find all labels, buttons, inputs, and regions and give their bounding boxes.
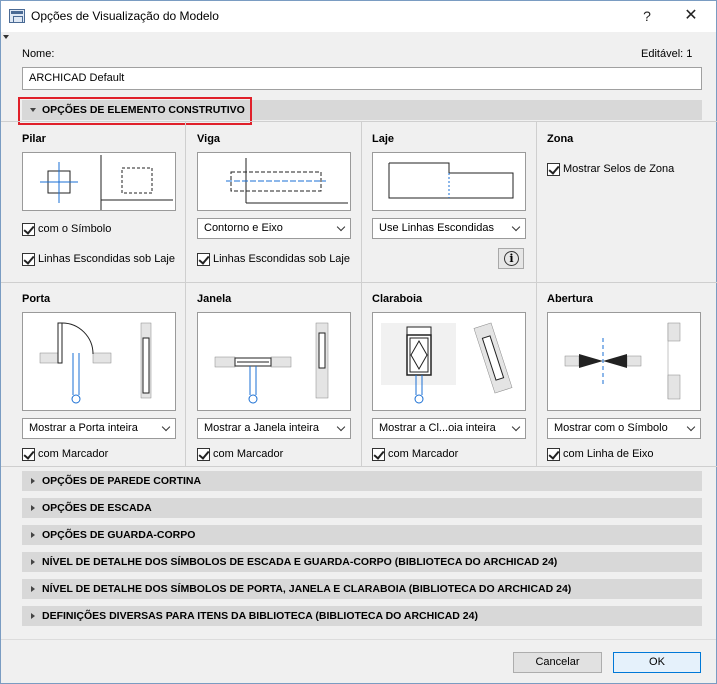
chevron-down-icon	[161, 422, 171, 432]
checkbox-label: com Marcador	[38, 448, 109, 460]
slab-display-select[interactable]: Use Linhas Escondidas	[372, 218, 526, 239]
opening-preview	[547, 312, 701, 411]
column-title-abertura: Abertura	[547, 293, 593, 305]
divider	[1, 639, 716, 640]
close-button[interactable]: ✕	[676, 5, 706, 27]
info-button[interactable]: i	[498, 248, 524, 269]
model-view-options-dialog: Opções de Visualização do Modelo ? ✕ Nom…	[0, 0, 717, 684]
checkbox-checked-icon	[22, 222, 35, 236]
select-value: Contorno e Eixo	[204, 222, 283, 234]
slab-preview	[372, 152, 526, 211]
window-preview	[197, 312, 351, 411]
section-label: DEFINIÇÕES DIVERSAS PARA ITENS DA BIBLIO…	[42, 610, 478, 622]
section-curtain-wall-options[interactable]: OPÇÕES DE PAREDE CORTINA	[22, 471, 702, 491]
chevron-down-icon	[336, 422, 346, 432]
section-label: NÍVEL DE DETALHE DOS SÍMBOLOS DE PORTA, …	[42, 583, 572, 595]
editable-count: Editável: 1	[641, 48, 693, 60]
divider	[361, 121, 362, 466]
chevron-right-icon	[31, 532, 35, 538]
checkbox-label: com Marcador	[213, 448, 284, 460]
column-title-claraboia: Claraboia	[372, 293, 423, 305]
column-title-janela: Janela	[197, 293, 232, 305]
info-icon: i	[504, 251, 519, 266]
name-label: Nome:	[22, 48, 55, 60]
chevron-down-icon	[336, 222, 346, 232]
select-value: Mostrar a Porta inteira	[29, 422, 138, 434]
ok-button[interactable]: OK	[613, 652, 701, 673]
chevron-down-icon	[686, 422, 696, 432]
checkbox-checked-icon	[547, 447, 560, 461]
checkbox-checked-icon	[197, 252, 210, 266]
chevron-right-icon	[31, 559, 35, 565]
section-door-window-detail[interactable]: NÍVEL DE DETALHE DOS SÍMBOLOS DE PORTA, …	[22, 579, 702, 599]
chevron-right-icon	[31, 478, 35, 484]
title-bar: Opções de Visualização do Modelo ? ✕	[1, 1, 716, 32]
checkbox-label: com Marcador	[388, 448, 459, 460]
chevron-down-icon	[511, 422, 521, 432]
checkbox-label: com Linha de Eixo	[563, 448, 654, 460]
checkbox-checked-icon	[547, 162, 560, 176]
window-marker-checkbox[interactable]: com Marcador	[197, 446, 283, 462]
select-value: Mostrar com o Símbolo	[554, 422, 668, 434]
divider	[1, 121, 717, 122]
opening-display-select[interactable]: Mostrar com o Símbolo	[547, 418, 701, 439]
chevron-right-icon	[31, 586, 35, 592]
checkbox-label: Linhas Escondidas sob Laje	[38, 253, 175, 265]
column-title-pilar: Pilar	[22, 133, 46, 145]
select-value: Mostrar a Janela inteira	[204, 422, 319, 434]
zone-stamps-checkbox[interactable]: Mostrar Selos de Zona	[547, 161, 674, 177]
divider	[1, 282, 717, 283]
skylight-marker-checkbox[interactable]: com Marcador	[372, 446, 458, 462]
section-label: OPÇÕES DE PAREDE CORTINA	[42, 475, 202, 487]
select-value: Mostrar a Cl...oia inteira	[379, 422, 496, 434]
checkbox-label: Mostrar Selos de Zona	[563, 163, 675, 175]
section-railing-options[interactable]: OPÇÕES DE GUARDA-CORPO	[22, 525, 702, 545]
column-title-laje: Laje	[372, 133, 395, 145]
section-label: OPÇÕES DE ESCADA	[42, 502, 152, 514]
checkbox-checked-icon	[22, 252, 35, 266]
chevron-right-icon	[31, 613, 35, 619]
column-title-zona: Zona	[547, 133, 574, 145]
section-label: NÍVEL DE DETALHE DOS SÍMBOLOS DE ESCADA …	[42, 556, 558, 568]
window-title: Opções de Visualização do Modelo	[31, 9, 219, 23]
door-preview	[22, 312, 176, 411]
section-misc-library-settings[interactable]: DEFINIÇÕES DIVERSAS PARA ITENS DA BIBLIO…	[22, 606, 702, 626]
opening-axis-checkbox[interactable]: com Linha de Eixo	[547, 446, 654, 462]
viga-hidden-lines-checkbox[interactable]: Linhas Escondidas sob Laje	[197, 251, 350, 267]
checkbox-checked-icon	[197, 447, 210, 461]
section-label: OPÇÕES DE GUARDA-CORPO	[42, 529, 196, 541]
chevron-right-icon	[31, 505, 35, 511]
beam-preview	[197, 152, 351, 211]
select-value: Use Linhas Escondidas	[379, 222, 494, 234]
section-stair-railing-detail[interactable]: NÍVEL DE DETALHE DOS SÍMBOLOS DE ESCADA …	[22, 552, 702, 572]
section-stair-options[interactable]: OPÇÕES DE ESCADA	[22, 498, 702, 518]
divider	[185, 121, 186, 466]
beam-display-select[interactable]: Contorno e Eixo	[197, 218, 351, 239]
skylight-preview	[372, 312, 526, 411]
door-display-select[interactable]: Mostrar a Porta inteira	[22, 418, 176, 439]
pilar-symbol-checkbox[interactable]: com o Símbolo	[22, 221, 111, 237]
divider	[1, 466, 717, 467]
app-window-icon	[9, 9, 25, 23]
column-preview	[22, 152, 176, 211]
checkbox-checked-icon	[372, 447, 385, 461]
name-field[interactable]: ARCHICAD Default	[22, 67, 702, 90]
chevron-down-icon	[511, 222, 521, 232]
door-marker-checkbox[interactable]: com Marcador	[22, 446, 108, 462]
window-display-select[interactable]: Mostrar a Janela inteira	[197, 418, 351, 439]
column-title-porta: Porta	[22, 293, 51, 305]
checkbox-label: Linhas Escondidas sob Laje	[213, 253, 350, 265]
divider	[536, 121, 537, 466]
help-button[interactable]: ?	[632, 5, 662, 27]
corner-arrow-icon	[3, 35, 9, 39]
cancel-button[interactable]: Cancelar	[513, 652, 602, 673]
checkbox-label: com o Símbolo	[38, 223, 112, 235]
skylight-display-select[interactable]: Mostrar a Cl...oia inteira	[372, 418, 526, 439]
checkbox-checked-icon	[22, 447, 35, 461]
pilar-hidden-lines-checkbox[interactable]: Linhas Escondidas sob Laje	[22, 251, 175, 267]
column-title-viga: Viga	[197, 133, 221, 145]
